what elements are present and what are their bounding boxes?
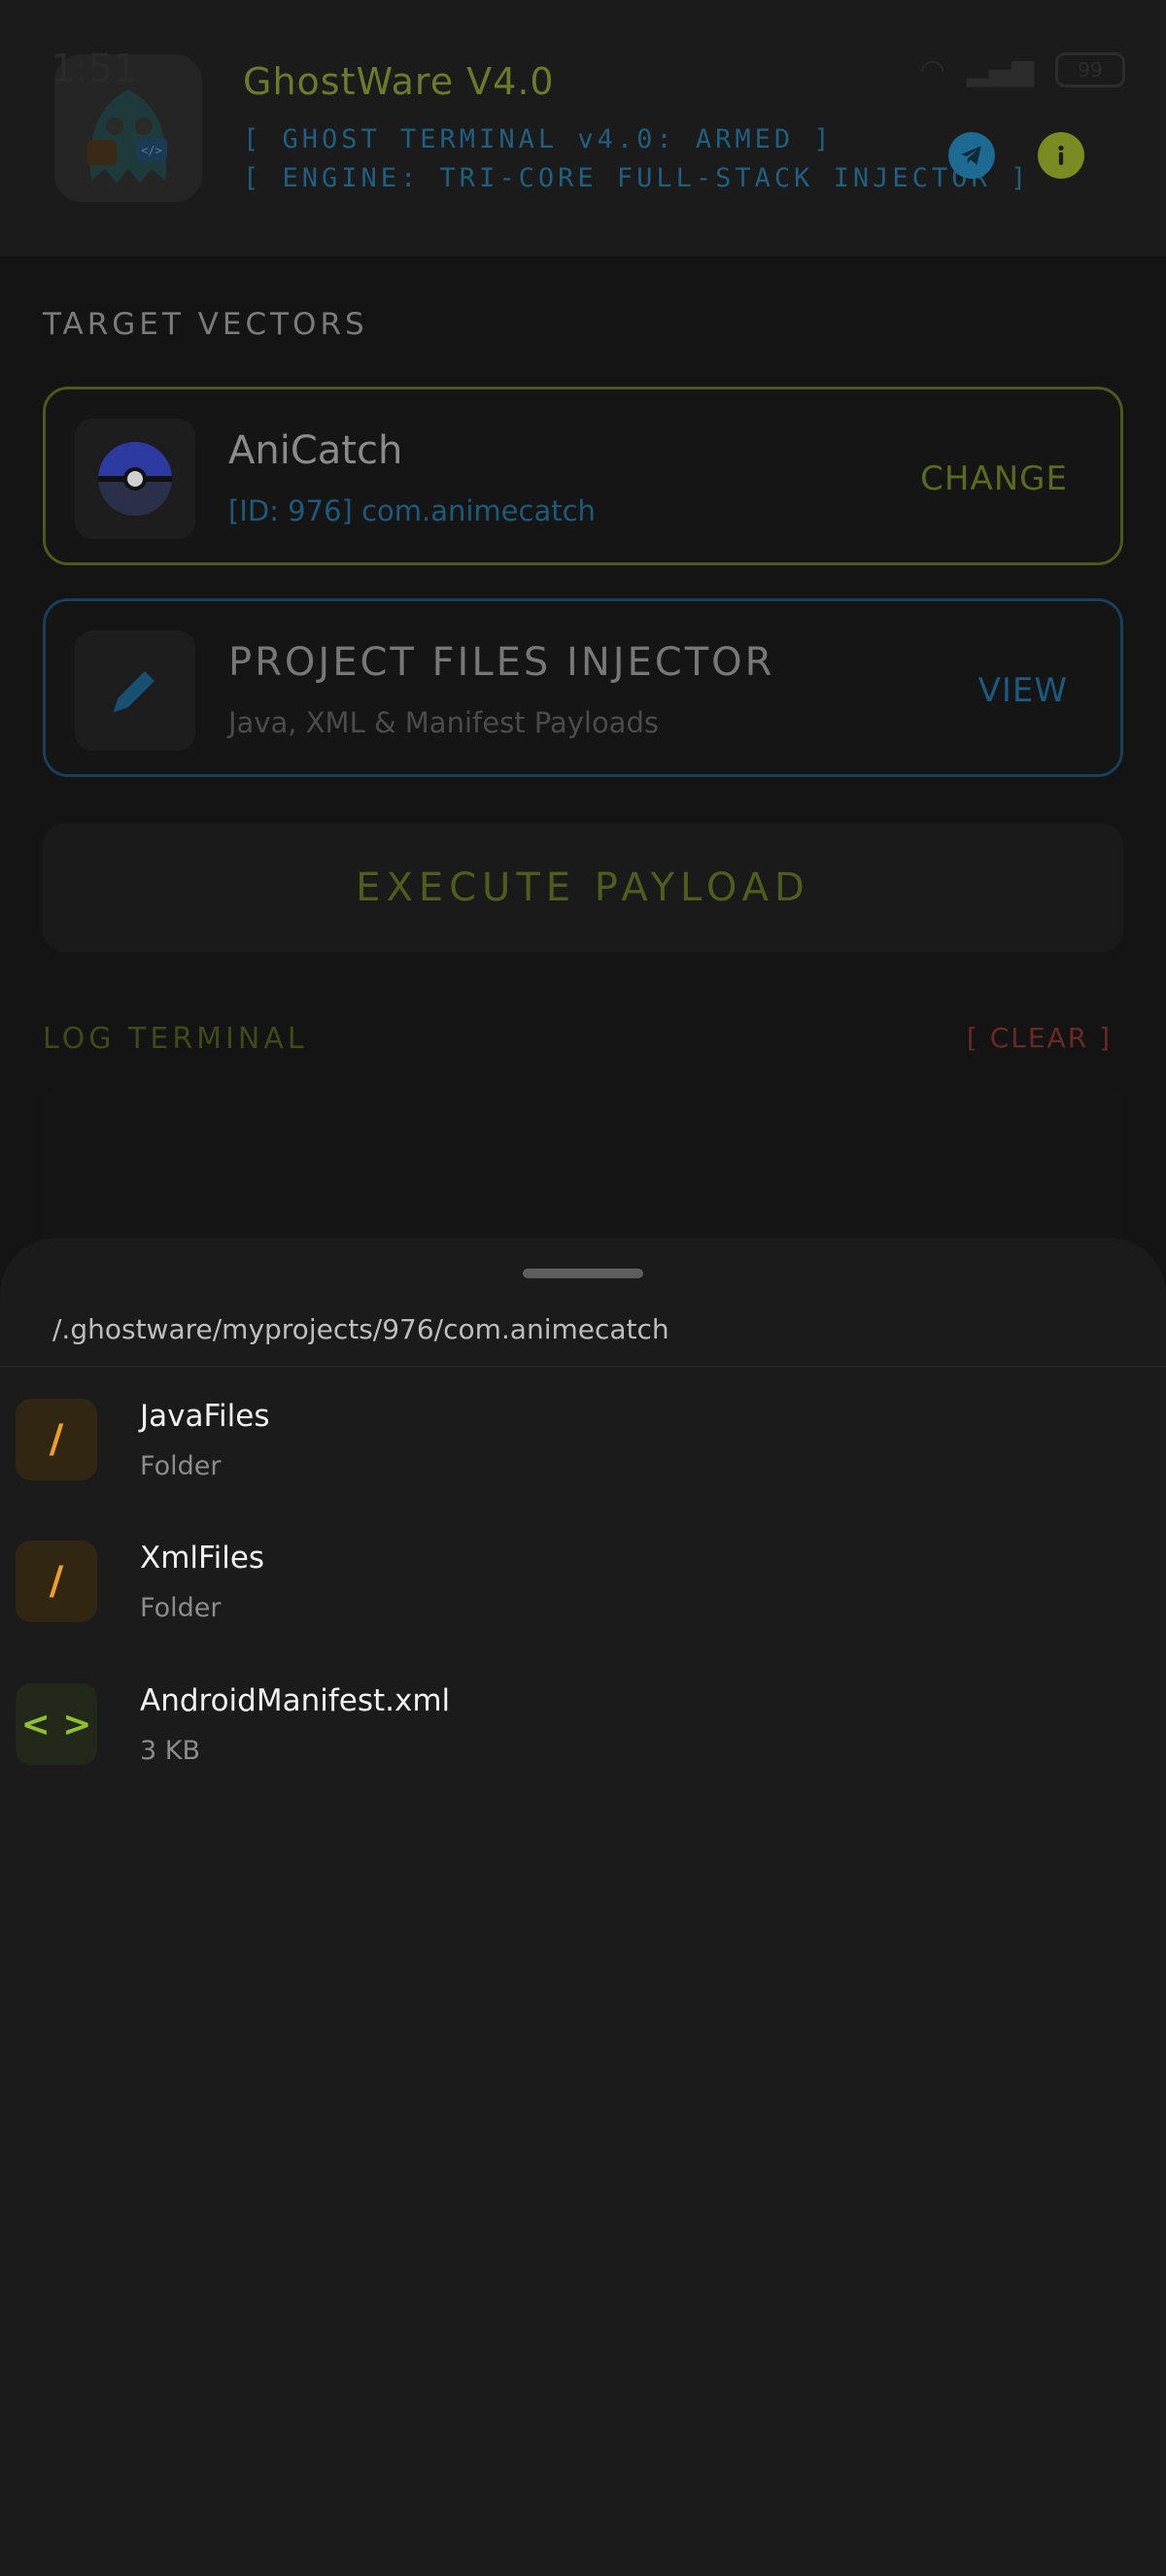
list-item[interactable]: / JavaFiles Folder: [0, 1381, 1166, 1523]
folder-icon: /: [16, 1399, 97, 1480]
wifi-icon: ◠: [919, 52, 945, 87]
folder-icon: /: [16, 1541, 97, 1622]
file-name: XmlFiles: [140, 1541, 265, 1576]
target-app-card[interactable]: AniCatch [ID: 976] com.animecatch CHANGE: [43, 387, 1123, 565]
file-name: JavaFiles: [140, 1399, 270, 1434]
file-meta: Folder: [140, 1451, 222, 1481]
execute-payload-button[interactable]: EXECUTE PAYLOAD: [43, 824, 1123, 952]
file-name: AndroidManifest.xml: [140, 1683, 451, 1718]
status-time: 1:51: [51, 47, 138, 91]
current-path: /.ghostware/myprojects/976/com.animecatc…: [52, 1313, 669, 1345]
change-button[interactable]: CHANGE: [920, 459, 1068, 498]
file-meta: Folder: [140, 1593, 222, 1623]
section-label: TARGET VECTORS: [43, 307, 368, 342]
info-icon: [1058, 145, 1064, 165]
telegram-icon: [961, 146, 981, 165]
clear-log-button[interactable]: [ CLEAR ]: [967, 1022, 1112, 1054]
target-app-icon: [75, 419, 195, 539]
path-divider: [0, 1366, 1166, 1368]
target-package-info: [ID: 976] com.animecatch: [228, 494, 596, 527]
list-item[interactable]: / XmlFiles Folder: [0, 1523, 1166, 1665]
log-output: [43, 1088, 1123, 1243]
status-bar: 1:51 ◠ ▂▄▆ 99: [0, 0, 1166, 146]
app-root: </> GhostWare V4.0 [ GHOST TERMINAL v4.0…: [0, 0, 1166, 2576]
log-terminal-label: LOG TERMINAL: [43, 1022, 308, 1056]
view-button[interactable]: VIEW: [978, 671, 1068, 710]
file-meta: 3 KB: [140, 1736, 200, 1766]
battery-icon: 99: [1055, 52, 1125, 87]
status-icons: ◠ ▂▄▆ 99: [920, 52, 1125, 87]
project-files-injector-card[interactable]: PROJECT FILES INJECTOR Java, XML & Manif…: [43, 598, 1123, 777]
list-item[interactable]: < > AndroidManifest.xml 3 KB: [0, 1666, 1166, 1808]
svg-text:</>: </>: [141, 144, 162, 157]
target-app-name: AniCatch: [228, 428, 403, 473]
engine-tagline: [ ENGINE: TRI-CORE FULL-STACK INJECTOR ]: [243, 163, 1031, 193]
file-browser-sheet: /.ghostware/myprojects/976/com.animecatc…: [0, 1237, 1166, 2576]
xml-file-icon: < >: [16, 1683, 97, 1765]
injector-subtitle: Java, XML & Manifest Payloads: [228, 706, 659, 739]
injector-title: PROJECT FILES INJECTOR: [228, 640, 775, 685]
signal-icon: ▂▄▆: [966, 52, 1034, 87]
pen-icon: [75, 630, 195, 751]
sheet-drag-handle[interactable]: [523, 1269, 643, 1278]
